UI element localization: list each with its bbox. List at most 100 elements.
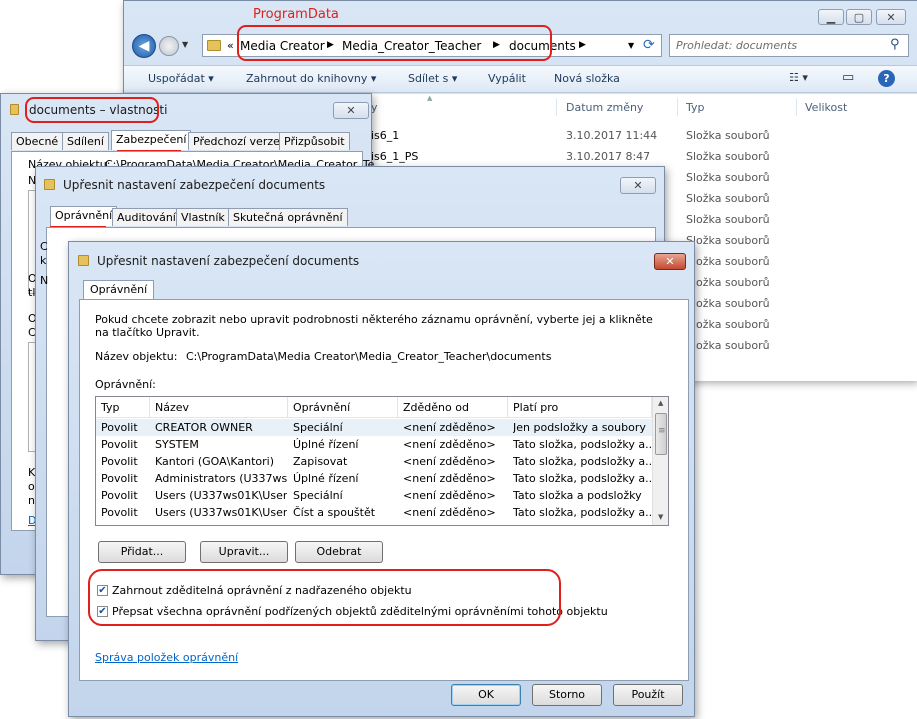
forward-button[interactable] <box>159 36 179 56</box>
burn-button[interactable]: Vypálit <box>488 72 526 85</box>
tab-security[interactable]: Zabezpečení <box>111 130 192 150</box>
scroll-thumb[interactable]: ≡ <box>655 413 667 455</box>
table-row[interactable]: Povolit CREATOR OWNER Speciální <není zdědě… <box>96 419 652 436</box>
back-button[interactable]: ◀ <box>132 34 156 58</box>
search-input[interactable]: Prohledat: documents <box>676 39 797 52</box>
cell-name: Kantori (GOA\Kantori) <box>155 455 275 468</box>
cell-permission: Úplné řízení <box>293 438 359 451</box>
permissions-label: Oprávnění: <box>95 378 156 391</box>
column-header-permission[interactable]: Oprávnění <box>288 397 398 418</box>
properties-close-button[interactable]: ✕ <box>333 102 369 119</box>
file-type: Složka souborů <box>686 276 770 289</box>
address-dropdown-icon[interactable]: ▼ <box>628 41 634 50</box>
advanced-security-title: Upřesnit nastavení zabezpečení documents <box>97 254 360 268</box>
column-header-inherited-from[interactable]: Zděděno od <box>398 397 508 418</box>
preview-pane-icon[interactable]: ▭ <box>842 70 854 85</box>
cell-applies-to: Tato složka, podsložky a... <box>513 472 651 485</box>
file-type: Složka souborů <box>686 150 770 163</box>
cell-permission: Zapisovat <box>293 455 348 468</box>
text-fragment: o <box>28 480 35 493</box>
cell-inherited-from: <není zděděno> <box>403 489 496 502</box>
text-fragment: k <box>40 254 47 267</box>
table-row[interactable]: Povolit SYSTEM Úplné řízení <není zděděno> T… <box>96 436 652 453</box>
advanced-security-title-back: Upřesnit nastavení zabezpečení documents <box>63 178 326 192</box>
table-body: Povolit CREATOR OWNER Speciální <není zdědě… <box>96 419 652 525</box>
search-icon[interactable]: ⚲ <box>890 37 900 52</box>
table-row[interactable]: Povolit Kantori (GOA\Kantori) Zapisovat <ne… <box>96 453 652 470</box>
remove-button[interactable]: Odebrat <box>295 541 383 563</box>
text-fragment: N <box>40 274 49 287</box>
object-name-label: Název objektu: <box>95 350 178 363</box>
column-header-type[interactable]: Typ <box>96 397 150 418</box>
explorer-maximize-button[interactable]: ▢ <box>846 9 872 25</box>
cell-applies-to: Tato složka a podsložky <box>513 489 642 502</box>
list-item[interactable]: is6_1 3.10.2017 11:44 Složka souborů <box>371 129 911 146</box>
organize-menu[interactable]: Uspořádat ▾ <box>148 72 214 85</box>
explorer-close-button[interactable]: ✕ <box>876 9 906 25</box>
recent-pages-dropdown-icon[interactable]: ▼ <box>182 40 188 49</box>
advanced-tabs-back: Oprávnění Auditování Vlastník Skutečná o… <box>46 206 656 228</box>
advanced-security-close-button[interactable]: ✕ <box>654 253 686 270</box>
cell-permission: Speciální <box>293 421 343 434</box>
column-header-date[interactable]: Datum změny <box>566 101 643 114</box>
file-type: Složka souborů <box>686 255 770 268</box>
annotation-highlight-address <box>237 25 552 61</box>
table-row[interactable]: Povolit Administrators (U337ws... Úplné ří… <box>96 470 652 487</box>
view-options-icon[interactable]: ☷ ▾ <box>789 71 808 84</box>
help-icon[interactable]: ? <box>878 70 895 87</box>
file-type: Složka souborů <box>686 339 770 352</box>
tab-sharing[interactable]: Sdílení <box>62 132 109 150</box>
share-with-menu[interactable]: Sdílet s ▾ <box>408 72 457 85</box>
cell-type: Povolit <box>101 472 138 485</box>
table-row[interactable]: Povolit Users (U337ws01K\Users) Číst a spo… <box>96 504 652 521</box>
scroll-down-icon[interactable]: ▼ <box>658 513 663 521</box>
apply-button[interactable]: Použít <box>613 684 683 706</box>
table-scrollbar[interactable]: ▲ ≡ ▼ <box>652 397 668 525</box>
advanced-security-back-close-button[interactable]: ✕ <box>620 177 656 194</box>
tab-auditing[interactable]: Auditování <box>112 208 181 226</box>
search-box[interactable]: Prohledat: documents ⚲ <box>669 34 909 57</box>
tab-effective-permissions[interactable]: Skutečná oprávnění <box>228 208 348 226</box>
table-header: Typ Název Oprávnění Zděděno od Platí pro <box>96 397 652 418</box>
back-arrow-icon: ◀ <box>138 38 150 54</box>
cancel-button[interactable]: Storno <box>532 684 602 706</box>
tab-permissions-active[interactable]: Oprávnění <box>83 280 155 300</box>
breadcrumb-overflow[interactable]: « <box>227 39 234 52</box>
file-type: Složka souborů <box>686 318 770 331</box>
cell-permission: Speciální <box>293 489 343 502</box>
scroll-grip-icon: ≡ <box>658 426 666 436</box>
list-item[interactable]: is6_1_PS 3.10.2017 8:47 Složka souborů <box>371 150 911 167</box>
explorer-minimize-button[interactable]: ▁ <box>818 9 844 25</box>
scroll-up-icon[interactable]: ▲ <box>658 399 663 407</box>
tab-general[interactable]: Obecné <box>11 132 64 150</box>
cell-permission: Číst a spouštět <box>293 506 376 519</box>
file-name: is6_1_PS <box>371 150 419 163</box>
column-header-name[interactable]: Název <box>150 397 288 418</box>
refresh-icon[interactable]: ⟳ <box>643 37 655 53</box>
cell-inherited-from: <není zděděno> <box>403 455 496 468</box>
folder-icon <box>10 104 19 115</box>
edit-button[interactable]: Upravit... <box>200 541 288 563</box>
tab-owner[interactable]: Vlastník <box>176 208 230 226</box>
properties-tabs: Obecné Sdílení Zabezpečení Předchozí ver… <box>11 130 363 152</box>
permissions-description: Pokud chcete zobrazit nebo upravit podro… <box>95 313 653 339</box>
cell-name: SYSTEM <box>155 438 199 451</box>
manage-permission-entries-link[interactable]: Správa položek oprávnění <box>95 651 238 664</box>
column-header-applies-to[interactable]: Platí pro <box>508 397 652 418</box>
file-type: Složka souborů <box>686 213 770 226</box>
ok-button[interactable]: OK <box>451 684 521 706</box>
cell-inherited-from: <není zděděno> <box>403 472 496 485</box>
column-header-type[interactable]: Typ <box>686 101 705 114</box>
tab-customize[interactable]: Přizpůsobit <box>279 132 350 150</box>
new-folder-button[interactable]: Nová složka <box>554 72 620 85</box>
table-row[interactable]: Povolit Users (U337ws01K\Users) Speciální <… <box>96 487 652 504</box>
column-header-size[interactable]: Velikost <box>805 101 847 114</box>
add-button[interactable]: Přidat... <box>98 541 186 563</box>
cell-name: Users (U337ws01K\Users) <box>155 489 287 502</box>
advanced-security-window: Upřesnit nastavení zabezpečení documents… <box>68 241 695 717</box>
permissions-table[interactable]: Typ Název Oprávnění Zděděno od Platí pro… <box>95 396 669 526</box>
tab-previous-versions[interactable]: Předchozí verze <box>188 132 285 150</box>
include-in-library-menu[interactable]: Zahrnout do knihovny ▾ <box>246 72 376 85</box>
tab-permissions[interactable]: Oprávnění <box>50 206 118 226</box>
breadcrumb-separator-icon[interactable]: ▶ <box>579 40 586 50</box>
